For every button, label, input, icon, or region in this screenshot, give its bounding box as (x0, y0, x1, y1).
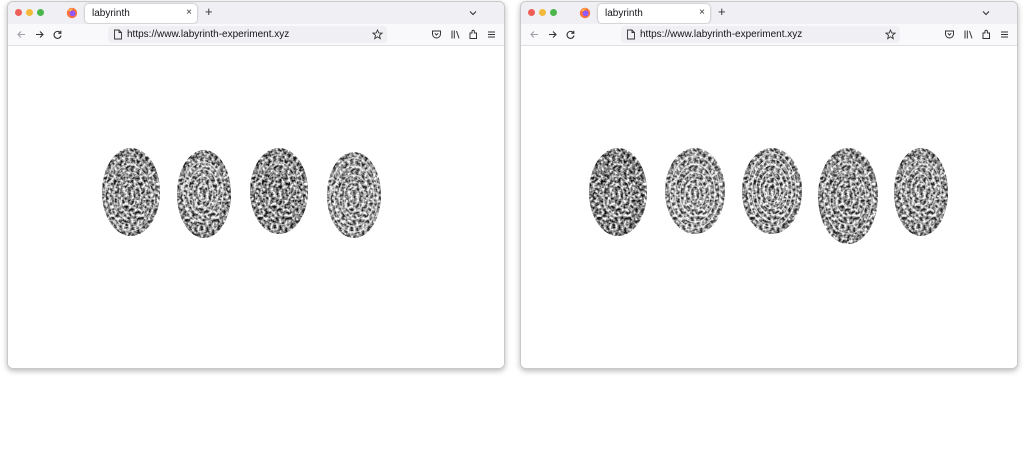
close-tab-icon[interactable]: × (699, 7, 705, 18)
tab-bar: labyrinth × + (8, 2, 504, 24)
browser-window-right: labyrinth × + https://www.labyrinth-expe… (520, 1, 1018, 369)
firefox-logo-icon (579, 7, 591, 19)
url-text: https://www.labyrinth-experiment.xyz (640, 29, 803, 40)
fingerprint-image (327, 152, 381, 238)
page-icon (114, 29, 122, 40)
maximize-window-button[interactable] (550, 9, 557, 16)
fingerprint-image (177, 150, 231, 238)
extensions-icon[interactable] (981, 29, 992, 40)
page-content (521, 46, 1017, 368)
pocket-icon[interactable] (431, 29, 442, 40)
chevron-down-icon[interactable] (981, 8, 991, 18)
firefox-logo-icon (66, 7, 78, 19)
back-arrow-icon[interactable] (529, 29, 540, 40)
forward-arrow-icon[interactable] (34, 29, 45, 40)
browser-window-left: labyrinth × + https://www.labyrinth-expe… (7, 1, 505, 369)
close-window-button[interactable] (528, 9, 535, 16)
minimize-window-button[interactable] (539, 9, 546, 16)
pocket-icon[interactable] (944, 29, 955, 40)
menu-hamburger-icon[interactable] (999, 29, 1010, 40)
window-controls (528, 9, 557, 16)
fingerprint-image (589, 148, 647, 236)
window-controls (15, 9, 44, 16)
minimize-window-button[interactable] (26, 9, 33, 16)
navigation-toolbar: https://www.labyrinth-experiment.xyz (521, 24, 1017, 46)
tab-labyrinth[interactable]: labyrinth × (85, 4, 197, 23)
fingerprint-image (250, 148, 308, 234)
tab-label: labyrinth (92, 8, 130, 19)
reload-icon[interactable] (565, 29, 576, 40)
bookmark-star-icon[interactable] (885, 29, 896, 40)
reload-icon[interactable] (52, 29, 63, 40)
fingerprint-image (894, 148, 948, 236)
library-icon[interactable] (450, 29, 461, 40)
forward-arrow-icon[interactable] (547, 29, 558, 40)
page-content (8, 46, 504, 368)
fingerprint-image (818, 148, 878, 244)
address-bar[interactable]: https://www.labyrinth-experiment.xyz (108, 26, 387, 43)
tab-label: labyrinth (605, 8, 643, 19)
fingerprint-image (102, 148, 160, 236)
library-icon[interactable] (963, 29, 974, 40)
navigation-toolbar: https://www.labyrinth-experiment.xyz (8, 24, 504, 46)
fingerprint-image (665, 148, 725, 234)
tab-labyrinth[interactable]: labyrinth × (598, 4, 710, 23)
address-bar[interactable]: https://www.labyrinth-experiment.xyz (621, 26, 900, 43)
page-icon (627, 29, 635, 40)
fingerprint-image (742, 148, 802, 234)
extensions-icon[interactable] (468, 29, 479, 40)
url-text: https://www.labyrinth-experiment.xyz (127, 29, 290, 40)
menu-hamburger-icon[interactable] (486, 29, 497, 40)
bookmark-star-icon[interactable] (372, 29, 383, 40)
chevron-down-icon[interactable] (468, 8, 478, 18)
maximize-window-button[interactable] (37, 9, 44, 16)
new-tab-button[interactable]: + (205, 5, 213, 19)
close-tab-icon[interactable]: × (186, 7, 192, 18)
back-arrow-icon[interactable] (16, 29, 27, 40)
tab-bar: labyrinth × + (521, 2, 1017, 24)
close-window-button[interactable] (15, 9, 22, 16)
new-tab-button[interactable]: + (718, 5, 726, 19)
